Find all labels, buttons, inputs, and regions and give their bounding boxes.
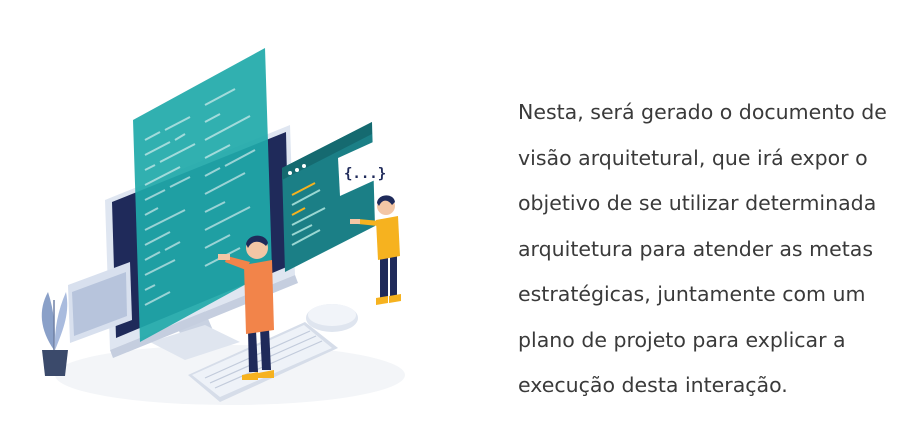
architecture-scene-graphic: {...}	[41, 48, 405, 405]
mouse-graphic	[306, 304, 358, 332]
code-badge-text: {...}	[344, 166, 386, 182]
description-line: objetivo de se utilizar determinada	[518, 191, 877, 215]
software-architecture-illustration: {...}	[20, 30, 430, 420]
description-line: plano de projeto para explicar a	[518, 327, 846, 352]
plant-icon	[41, 292, 68, 376]
description-text: Nesta, será gerado o documento de visão …	[518, 90, 908, 409]
description-line: execução desta interação.	[518, 373, 788, 397]
description-line: estratégicas, juntamente com um	[518, 282, 866, 306]
description-line: arquitetura para atender as metas	[518, 236, 873, 261]
code-window-graphic: {...}	[282, 122, 386, 272]
description-line: Nesta, será gerado o documento de	[518, 100, 887, 124]
description-line: visão arquitetural, que irá expor o	[518, 145, 868, 170]
